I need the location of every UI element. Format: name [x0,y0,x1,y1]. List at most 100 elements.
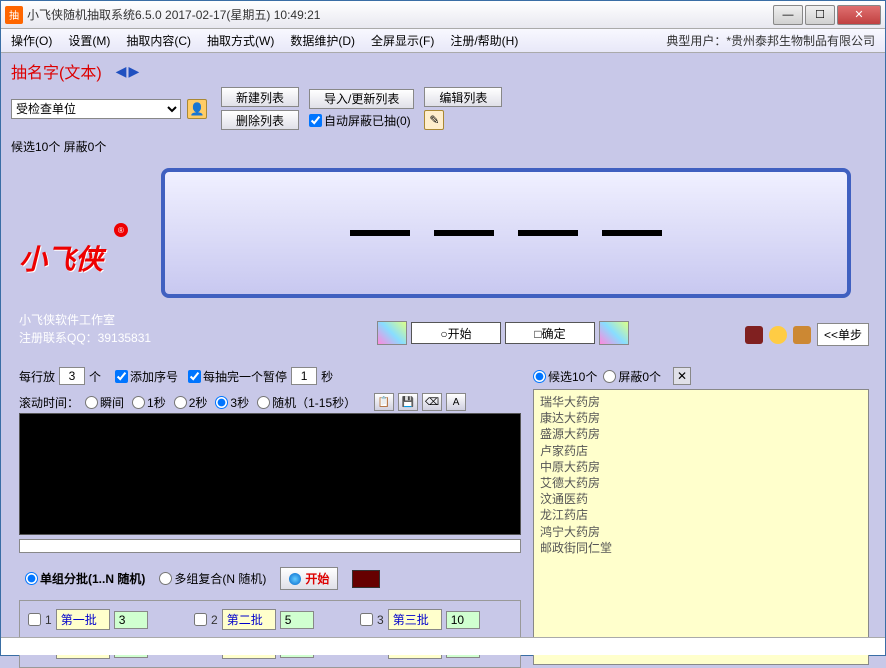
candidate-list[interactable]: 瑞华大药房康达大药房盛源大药房卢家药店中原大药房艾德大药房汶通医药龙江药店鸿宁大… [533,389,869,665]
batch-name: 第三批 [388,609,442,630]
clock-icon[interactable] [769,326,787,344]
logo-badge-icon: ® [114,223,128,237]
person-icon[interactable]: 👤 [187,99,207,119]
user-label: 典型用户：*贵州泰邦生物制品有限公司 [662,30,879,51]
minimize-button[interactable]: — [773,5,803,25]
import-list-button[interactable]: 导入/更新列表 [309,89,414,109]
batch-item: 2第二批5 [194,609,346,630]
font-icon[interactable]: A [446,393,466,411]
scroll-slider[interactable] [19,539,521,553]
menu-fullscreen[interactable]: 全屏显示(F) [367,30,438,51]
save-icon[interactable]: 💾 [398,393,418,411]
nav-arrows-icon[interactable]: ◀▶ [116,63,142,80]
add-seq-checkbox[interactable]: 添加序号 [115,368,178,385]
sec-label: 秒 [321,368,333,385]
list-item[interactable]: 中原大药房 [540,459,862,475]
action-bar: ○开始 □确定 [377,321,629,345]
decor-left-icon [377,321,407,345]
erase-icon[interactable]: ⌫ [422,393,442,411]
candidate-summary: 候选10个 屏蔽0个 [11,138,875,155]
list-item[interactable]: 艾德大药房 [540,475,862,491]
timer-icon[interactable] [745,326,763,344]
pause-checkbox[interactable]: 每抽完一个暂停 [188,368,287,385]
menu-settings[interactable]: 设置(M) [64,30,114,51]
menu-mode[interactable]: 抽取方式(W) [203,30,278,51]
batch-checkbox[interactable] [194,613,207,626]
list-item[interactable]: 卢家药店 [540,443,862,459]
app-window: 抽 小飞侠随机抽取系统6.5.0 2017-02-17(星期五) 10:49:2… [0,0,886,656]
batch-grid: 1第一批32第二批53第三批106第六批1007第七批1508第八批300 [19,600,521,668]
start-button[interactable]: ○开始 [411,322,501,344]
single-step-button[interactable]: <<单步 [817,323,869,346]
menu-action[interactable]: 操作(O) [7,30,56,51]
pause-input[interactable] [291,367,317,385]
new-list-button[interactable]: 新建列表 [221,87,299,107]
batch-checkbox[interactable] [360,613,373,626]
list-item[interactable]: 康达大药房 [540,410,862,426]
list-item[interactable]: 邮政街同仁堂 [540,540,862,556]
batch-item: 3第三批10 [360,609,512,630]
app-icon: 抽 [5,6,23,24]
content-area: 抽名字(文本) ◀▶ 受检查单位 👤 新建列表 删除列表 导入/更新列表 自动屏… [1,53,885,655]
clear-icon[interactable]: ✕ [673,367,691,385]
output-area [19,413,521,535]
auto-hide-checkbox[interactable]: 自动屏蔽已抽(0) [309,112,414,129]
delete-list-button[interactable]: 删除列表 [221,110,299,130]
scroll-label: 滚动时间： [19,394,79,411]
unit-combobox[interactable]: 受检查单位 [11,99,181,119]
logo-text: 小飞侠 [19,238,103,278]
scroll-3s[interactable]: 3秒 [215,394,249,411]
unit-label: 个 [89,368,101,385]
batch-start-button[interactable]: 开始 [280,567,338,590]
window-title: 小飞侠随机抽取系统6.5.0 2017-02-17(星期五) 10:49:21 [27,6,773,23]
close-button[interactable]: ✕ [837,5,881,25]
menu-content[interactable]: 抽取内容(C) [122,30,195,51]
list-item[interactable]: 瑞华大药房 [540,394,862,410]
text-toolbar: 📋 💾 ⌫ A [374,393,466,411]
decor-right-icon [599,321,629,345]
hidden-radio[interactable]: 屏蔽0个 [603,368,661,385]
list-item[interactable]: 盛源大药房 [540,426,862,442]
dash-icon [602,230,662,236]
copy-icon[interactable]: 📋 [374,393,394,411]
menu-bar: 操作(O) 设置(M) 抽取内容(C) 抽取方式(W) 数据维护(D) 全屏显示… [1,29,885,53]
menu-help[interactable]: 注册/帮助(H) [446,30,522,51]
per-row-input[interactable] [59,367,85,385]
list-item[interactable]: 鸿宁大药房 [540,524,862,540]
dash-icon [518,230,578,236]
confirm-button[interactable]: □确定 [505,322,595,344]
studio-info: 小飞侠软件工作室 注册联系QQ：39135831 [19,311,151,347]
list-item[interactable]: 龙江药店 [540,507,862,523]
candidate-header: 候选10个 屏蔽0个 ✕ [533,367,869,389]
batch-stop-button[interactable] [352,570,380,588]
scroll-1s[interactable]: 1秒 [132,394,166,411]
candidate-radio[interactable]: 候选10个 [533,368,597,385]
batch-mode-row: 单组分批(1..N 随机) 多组复合(N 随机) 开始 [19,561,521,596]
maximize-button[interactable]: ☐ [805,5,835,25]
section-title: 抽名字(文本) [11,59,102,83]
batch-number: 2 [211,613,218,627]
side-toolbar: <<单步 [745,323,869,346]
batch-item: 1第一批3 [28,609,180,630]
scroll-2s[interactable]: 2秒 [174,394,208,411]
menu-data[interactable]: 数据维护(D) [286,30,359,51]
batch-value: 10 [446,611,480,629]
batch-value: 5 [280,611,314,629]
batch-checkbox[interactable] [28,613,41,626]
scroll-instant[interactable]: 瞬间 [85,394,124,411]
single-batch-radio[interactable]: 单组分批(1..N 随机) [25,570,145,587]
hand-icon[interactable] [793,326,811,344]
scroll-random[interactable]: 随机（1-15秒） [257,394,356,411]
studio-name: 小飞侠软件工作室 [19,311,151,329]
list-item[interactable]: 汶通医药 [540,491,862,507]
title-bar: 抽 小飞侠随机抽取系统6.5.0 2017-02-17(星期五) 10:49:2… [1,1,885,29]
edit-icon[interactable]: ✎ [424,110,444,130]
per-row-label: 每行放 [19,368,55,385]
batch-number: 1 [45,613,52,627]
result-display [161,168,851,298]
batch-value: 3 [114,611,148,629]
multi-batch-radio[interactable]: 多组复合(N 随机) [159,570,266,587]
edit-list-button[interactable]: 编辑列表 [424,87,502,107]
dash-icon [434,230,494,236]
dash-icon [350,230,410,236]
